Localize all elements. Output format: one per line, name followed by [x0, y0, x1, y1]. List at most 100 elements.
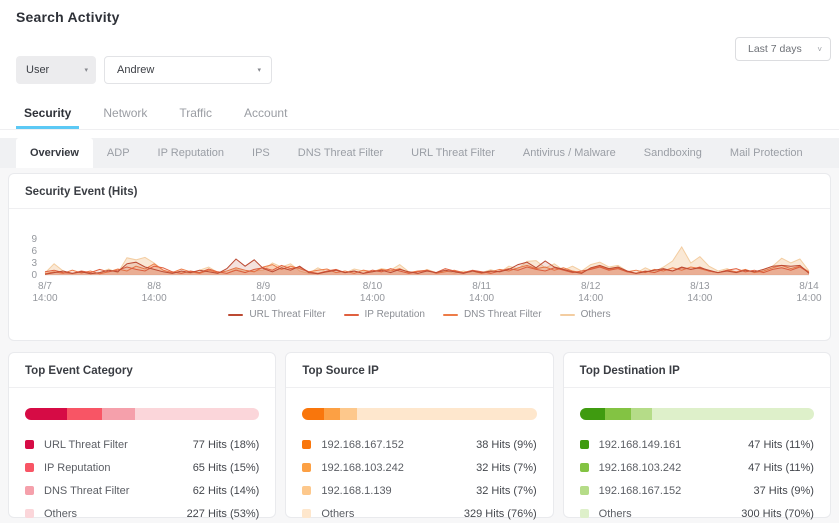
legend-item-dns-threat-filter[interactable]: DNS Threat Filter — [443, 309, 542, 320]
legend-line-icon — [443, 314, 458, 316]
svg-text:8/8: 8/8 — [147, 281, 161, 292]
subtab-ips[interactable]: IPS — [238, 138, 284, 168]
table-row: 192.168.1.139 32 Hits (7%) — [302, 479, 536, 502]
svg-text:14:00: 14:00 — [469, 293, 494, 304]
row-label: 192.168.167.152 — [321, 439, 404, 451]
row-value: 329 Hits (76%) — [464, 508, 537, 520]
bar-segment — [324, 408, 341, 420]
summary-cards: Top Event Category URL Threat Filter 77 … — [8, 352, 831, 518]
content-area: Security Event (Hits) 03698/714:008/814:… — [0, 168, 839, 523]
top-destination-ip-card: Top Destination IP 192.168.149.161 47 Hi… — [563, 352, 831, 518]
bar-segment — [580, 408, 606, 420]
svg-text:8/10: 8/10 — [363, 281, 383, 292]
color-swatch-icon — [25, 440, 34, 449]
row-label: 192.168.1.139 — [321, 485, 391, 497]
svg-text:14:00: 14:00 — [578, 293, 603, 304]
legend-label: Others — [581, 309, 611, 320]
legend-item-url-threat-filter[interactable]: URL Threat Filter — [228, 309, 325, 320]
subtab-overview[interactable]: Overview — [16, 138, 93, 168]
legend-line-icon — [560, 314, 575, 316]
subtab-adp[interactable]: ADP — [93, 138, 144, 168]
svg-text:3: 3 — [31, 258, 37, 269]
table-row: 192.168.167.152 37 Hits (9%) — [580, 479, 814, 502]
color-swatch-icon — [25, 486, 34, 495]
color-swatch-icon — [25, 463, 34, 472]
stacked-bar — [25, 408, 259, 420]
top-source-ip-card: Top Source IP 192.168.167.152 38 Hits (9… — [285, 352, 553, 518]
tab-security[interactable]: Security — [16, 102, 79, 129]
svg-text:0: 0 — [31, 270, 37, 281]
subtab-mail-protection[interactable]: Mail Protection — [716, 138, 817, 168]
row-value: 47 Hits (11%) — [748, 439, 814, 451]
bar-segment — [25, 408, 67, 420]
subtab-url-threat-filter[interactable]: URL Threat Filter — [397, 138, 509, 168]
svg-text:14:00: 14:00 — [251, 293, 276, 304]
tab-traffic[interactable]: Traffic — [171, 102, 220, 129]
svg-text:14:00: 14:00 — [360, 293, 385, 304]
color-swatch-icon — [580, 486, 589, 495]
legend-item-ip-reputation[interactable]: IP Reputation — [344, 309, 425, 320]
subtab-dns-threat-filter[interactable]: DNS Threat Filter — [284, 138, 397, 168]
chart-legend: URL Threat Filter IP Reputation DNS Thre… — [9, 309, 830, 320]
legend-line-icon — [344, 314, 359, 316]
legend-label: URL Threat Filter — [249, 309, 325, 320]
tab-account[interactable]: Account — [236, 102, 295, 129]
subtab-sandboxing[interactable]: Sandboxing — [630, 138, 716, 168]
row-value: 300 Hits (70%) — [741, 508, 814, 520]
chevron-down-icon: ▾ — [84, 66, 88, 74]
svg-text:14:00: 14:00 — [687, 293, 712, 304]
bar-segment — [652, 408, 814, 420]
svg-text:8/11: 8/11 — [472, 281, 491, 292]
chevron-down-icon: ▾ — [257, 66, 261, 74]
subtab-ip-reputation[interactable]: IP Reputation — [144, 138, 238, 168]
page-title: Search Activity — [16, 9, 120, 25]
row-value: 47 Hits (11%) — [748, 462, 814, 474]
time-range-select[interactable]: Last 7 days ˅ — [735, 37, 831, 61]
legend-label: DNS Threat Filter — [464, 309, 542, 320]
stacked-bar — [302, 408, 536, 420]
tab-network[interactable]: Network — [95, 102, 155, 129]
stacked-bar — [580, 408, 814, 420]
svg-text:8/13: 8/13 — [690, 281, 710, 292]
table-row: 192.168.167.152 38 Hits (9%) — [302, 433, 536, 456]
table-row: 192.168.103.242 32 Hits (7%) — [302, 456, 536, 479]
card-title: Top Destination IP — [564, 353, 830, 388]
bar-segment — [605, 408, 631, 420]
bar-segment — [357, 408, 537, 420]
bar-segment — [102, 408, 135, 420]
card-title: Top Event Category — [9, 353, 275, 388]
row-value: 77 Hits (18%) — [193, 439, 260, 451]
bar-segment — [67, 408, 102, 420]
subtab-antivirus-malware[interactable]: Antivirus / Malware — [509, 138, 630, 168]
card-rows: 192.168.149.161 47 Hits (11%) 192.168.10… — [564, 433, 830, 523]
row-label: 192.168.103.242 — [321, 462, 404, 474]
security-event-panel: Security Event (Hits) 03698/714:008/814:… — [8, 173, 831, 341]
bar-segment — [340, 408, 357, 420]
card-rows: 192.168.167.152 38 Hits (9%) 192.168.103… — [286, 433, 552, 523]
color-swatch-icon — [580, 440, 589, 449]
top-event-category-card: Top Event Category URL Threat Filter 77 … — [8, 352, 276, 518]
bar-segment — [631, 408, 652, 420]
row-value: 32 Hits (7%) — [476, 485, 537, 497]
color-swatch-icon — [302, 463, 311, 472]
table-row: URL Threat Filter 77 Hits (18%) — [25, 433, 259, 456]
chevron-down-icon: ˅ — [817, 45, 822, 54]
row-label: DNS Threat Filter — [44, 485, 129, 497]
filter-field-select[interactable]: User ▾ — [16, 56, 96, 84]
security-event-chart[interactable]: 03698/714:008/814:008/914:008/1014:008/1… — [9, 225, 830, 305]
table-row: IP Reputation 65 Hits (15%) — [25, 456, 259, 479]
row-label: Others — [599, 508, 632, 520]
filter-query-select[interactable]: Andrew ▾ — [104, 56, 272, 84]
row-value: 32 Hits (7%) — [476, 462, 537, 474]
table-row: DNS Threat Filter 62 Hits (14%) — [25, 479, 259, 502]
filter-field-value: User — [26, 64, 49, 76]
main-tabs: Security Network Traffic Account — [0, 102, 839, 130]
color-swatch-icon — [580, 509, 589, 518]
row-label: 192.168.149.161 — [599, 439, 682, 451]
table-row: Others 300 Hits (70%) — [580, 502, 814, 523]
row-value: 38 Hits (9%) — [476, 439, 537, 451]
row-label: 192.168.103.242 — [599, 462, 682, 474]
legend-line-icon — [228, 314, 243, 316]
bar-segment — [302, 408, 323, 420]
legend-item-others[interactable]: Others — [560, 309, 611, 320]
